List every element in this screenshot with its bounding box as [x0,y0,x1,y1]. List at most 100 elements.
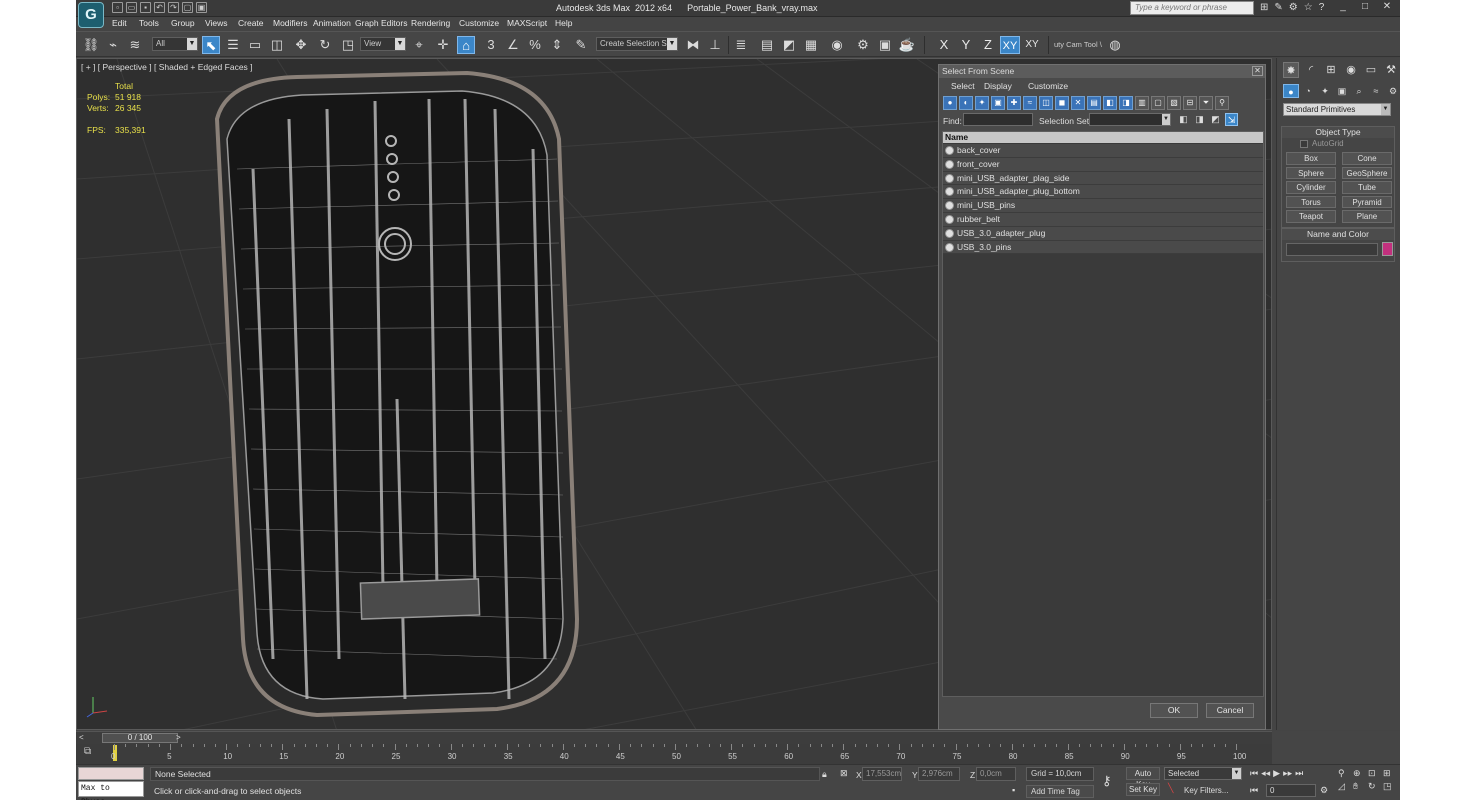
go-to-start-icon[interactable]: ⏮ [1250,768,1258,779]
container-filter-icon[interactable]: ▤ [1087,96,1101,110]
percent-snap-icon[interactable]: % [526,36,544,54]
filter-icon[interactable]: ⏷ [1199,96,1213,110]
sphere-button[interactable]: Sphere [1286,166,1336,179]
restrict-to-xy-button[interactable]: XY [1000,36,1020,54]
find-input[interactable] [963,113,1033,126]
angle-snap-icon[interactable]: ∠ [504,36,522,54]
restrict-to-z-button[interactable]: Z [978,36,998,54]
edit-named-selection-icon[interactable]: ✎ [572,36,590,54]
schematic-view-icon[interactable]: ▦ [802,36,820,54]
material-editor-icon[interactable]: ◉ [828,36,846,54]
render-setup-icon[interactable]: ⚙ [854,36,872,54]
restrict-to-x-button[interactable]: X [934,36,954,54]
rectangular-selection-icon[interactable]: ▭ [246,36,264,54]
minimize-button[interactable]: _ [1334,1,1352,14]
dialog-menu-customize[interactable]: Customize [1028,81,1068,91]
hold-icon[interactable]: ▢ [182,2,193,13]
app-menu-logo[interactable]: G [78,2,104,28]
list-item[interactable]: mini_USB_pins [943,199,1263,213]
named-selection-set-dropdown[interactable]: Create Selection Se ▼ [596,37,678,51]
hierarchy-tab-icon[interactable]: ⊞ [1323,62,1339,78]
pyramid-button[interactable]: Pyramid [1342,195,1392,208]
pivot-center-icon[interactable]: ⌖ [410,36,428,54]
light-filter-icon[interactable]: ✦ [975,96,989,110]
move-icon[interactable]: ✥ [292,36,310,54]
fetch-icon[interactable]: ▣ [196,2,207,13]
play-icon[interactable]: ▶ [1273,768,1280,779]
rollout-title[interactable]: Object Type [1282,127,1394,138]
object-color-swatch[interactable] [1382,242,1393,256]
time-next-button[interactable]: > [176,733,181,742]
rollout-title[interactable]: Name and Color [1282,229,1394,240]
hierarchy-icon[interactable]: ⊟ [1183,96,1197,110]
teapot-button[interactable]: Teapot [1286,210,1336,223]
redo-icon[interactable]: ↷ [168,2,179,13]
time-slider-thumb[interactable]: 0 / 100 [102,733,178,743]
bone-filter-icon[interactable]: ✕ [1071,96,1085,110]
binoculars-icon[interactable]: ⊞ [1260,2,1268,13]
list-item[interactable]: mini_USB_adapter_plug_bottom [943,185,1263,200]
key-mode-dropdown[interactable]: Selected ▼ [1164,767,1242,780]
key-mode-toggle-icon[interactable]: ⏮ [1250,785,1258,796]
utilities-tab-icon[interactable]: ⚒ [1383,62,1399,78]
render-production-icon[interactable]: ☕ [898,36,916,54]
zoom-all-icon[interactable]: ⊕ [1353,768,1367,779]
absolute-mode-icon[interactable]: ⊠ [840,768,848,779]
spacewarps-category-icon[interactable]: ≈ [1368,84,1384,98]
group-filter-icon[interactable]: ◫ [1039,96,1053,110]
curve-editor-mini-icon[interactable]: ⧉ [84,746,91,757]
tools-icon[interactable]: ✎ [1274,2,1282,13]
display-invert-icon[interactable]: ▧ [1167,96,1181,110]
restrict-to-y-button[interactable]: Y [956,36,976,54]
field-of-view-icon[interactable]: ◿ [1338,781,1352,792]
selection-filter-dropdown[interactable]: All ▼ [152,37,198,51]
y-coordinate-field[interactable]: 2,976cm [918,767,960,781]
save-file-icon[interactable]: ▪ [140,2,151,13]
selection-set-dropdown[interactable]: ▼ [1089,113,1171,126]
zoom-extents-icon[interactable]: ⊡ [1368,768,1382,779]
frozen-filter-icon[interactable]: ◧ [1103,96,1117,110]
shape-filter-icon[interactable]: ◐ [959,96,973,110]
menu-customize[interactable]: Customize [459,18,499,28]
previous-frame-icon[interactable]: ◂◂ [1261,768,1270,779]
primitive-category-dropdown[interactable]: Standard Primitives ▼ [1283,103,1391,116]
hidden-filter-icon[interactable]: ◨ [1119,96,1133,110]
menu-group[interactable]: Group [171,18,195,28]
select-none-icon[interactable]: ◨ [1193,113,1206,126]
sync-selection-icon[interactable]: ⇲ [1225,113,1238,126]
spinner-snap-icon[interactable]: ⇕ [548,36,566,54]
menu-help[interactable]: Help [555,18,572,28]
time-tag-icon[interactable]: ▪ [1012,785,1015,795]
motion-tab-icon[interactable]: ◉ [1343,62,1359,78]
spacewarp-filter-icon[interactable]: ≈ [1023,96,1037,110]
select-invert-icon[interactable]: ◩ [1209,113,1222,126]
z-coordinate-field[interactable]: 0,0cm [976,767,1016,781]
align-icon[interactable]: ⊥ [706,36,724,54]
graphite-ribbon-icon[interactable]: ▤ [758,36,776,54]
box-button[interactable]: Box [1286,152,1336,165]
cylinder-button[interactable]: Cylinder [1286,181,1336,194]
go-to-end-icon[interactable]: ⏭ [1295,768,1303,779]
maximize-button[interactable]: □ [1356,1,1374,14]
x-coordinate-field[interactable]: 17,553cm [862,767,902,781]
modify-tab-icon[interactable]: ◜ [1303,62,1319,78]
ok-button[interactable]: OK [1150,703,1198,718]
display-all-icon[interactable]: ▥ [1135,96,1149,110]
plane-button[interactable]: Plane [1342,210,1392,223]
geometry-filter-icon[interactable]: ● [943,96,957,110]
lock-icon[interactable]: 🔒︎ [822,769,827,780]
add-time-tag-button[interactable]: Add Time Tag [1026,785,1094,798]
maxscript-mini-listener[interactable]: Max to Physc. [78,781,144,800]
help-icon[interactable]: ? [1319,2,1325,13]
tube-button[interactable]: Tube [1342,181,1392,194]
lights-category-icon[interactable]: ✦ [1317,84,1333,98]
set-key-filter-icon[interactable]: ╲ [1168,783,1173,794]
systems-category-icon[interactable]: ⚙ [1385,84,1400,98]
scale-icon[interactable]: ◳ [339,36,357,54]
helper-filter-icon[interactable]: ✚ [1007,96,1021,110]
camera-filter-icon[interactable]: ▣ [991,96,1005,110]
set-key-button[interactable]: Set Key [1126,783,1160,796]
menu-tools[interactable]: Tools [139,18,159,28]
pan-icon[interactable]: ✋︎ [1353,781,1367,792]
window-crossing-icon[interactable]: ◫ [268,36,286,54]
